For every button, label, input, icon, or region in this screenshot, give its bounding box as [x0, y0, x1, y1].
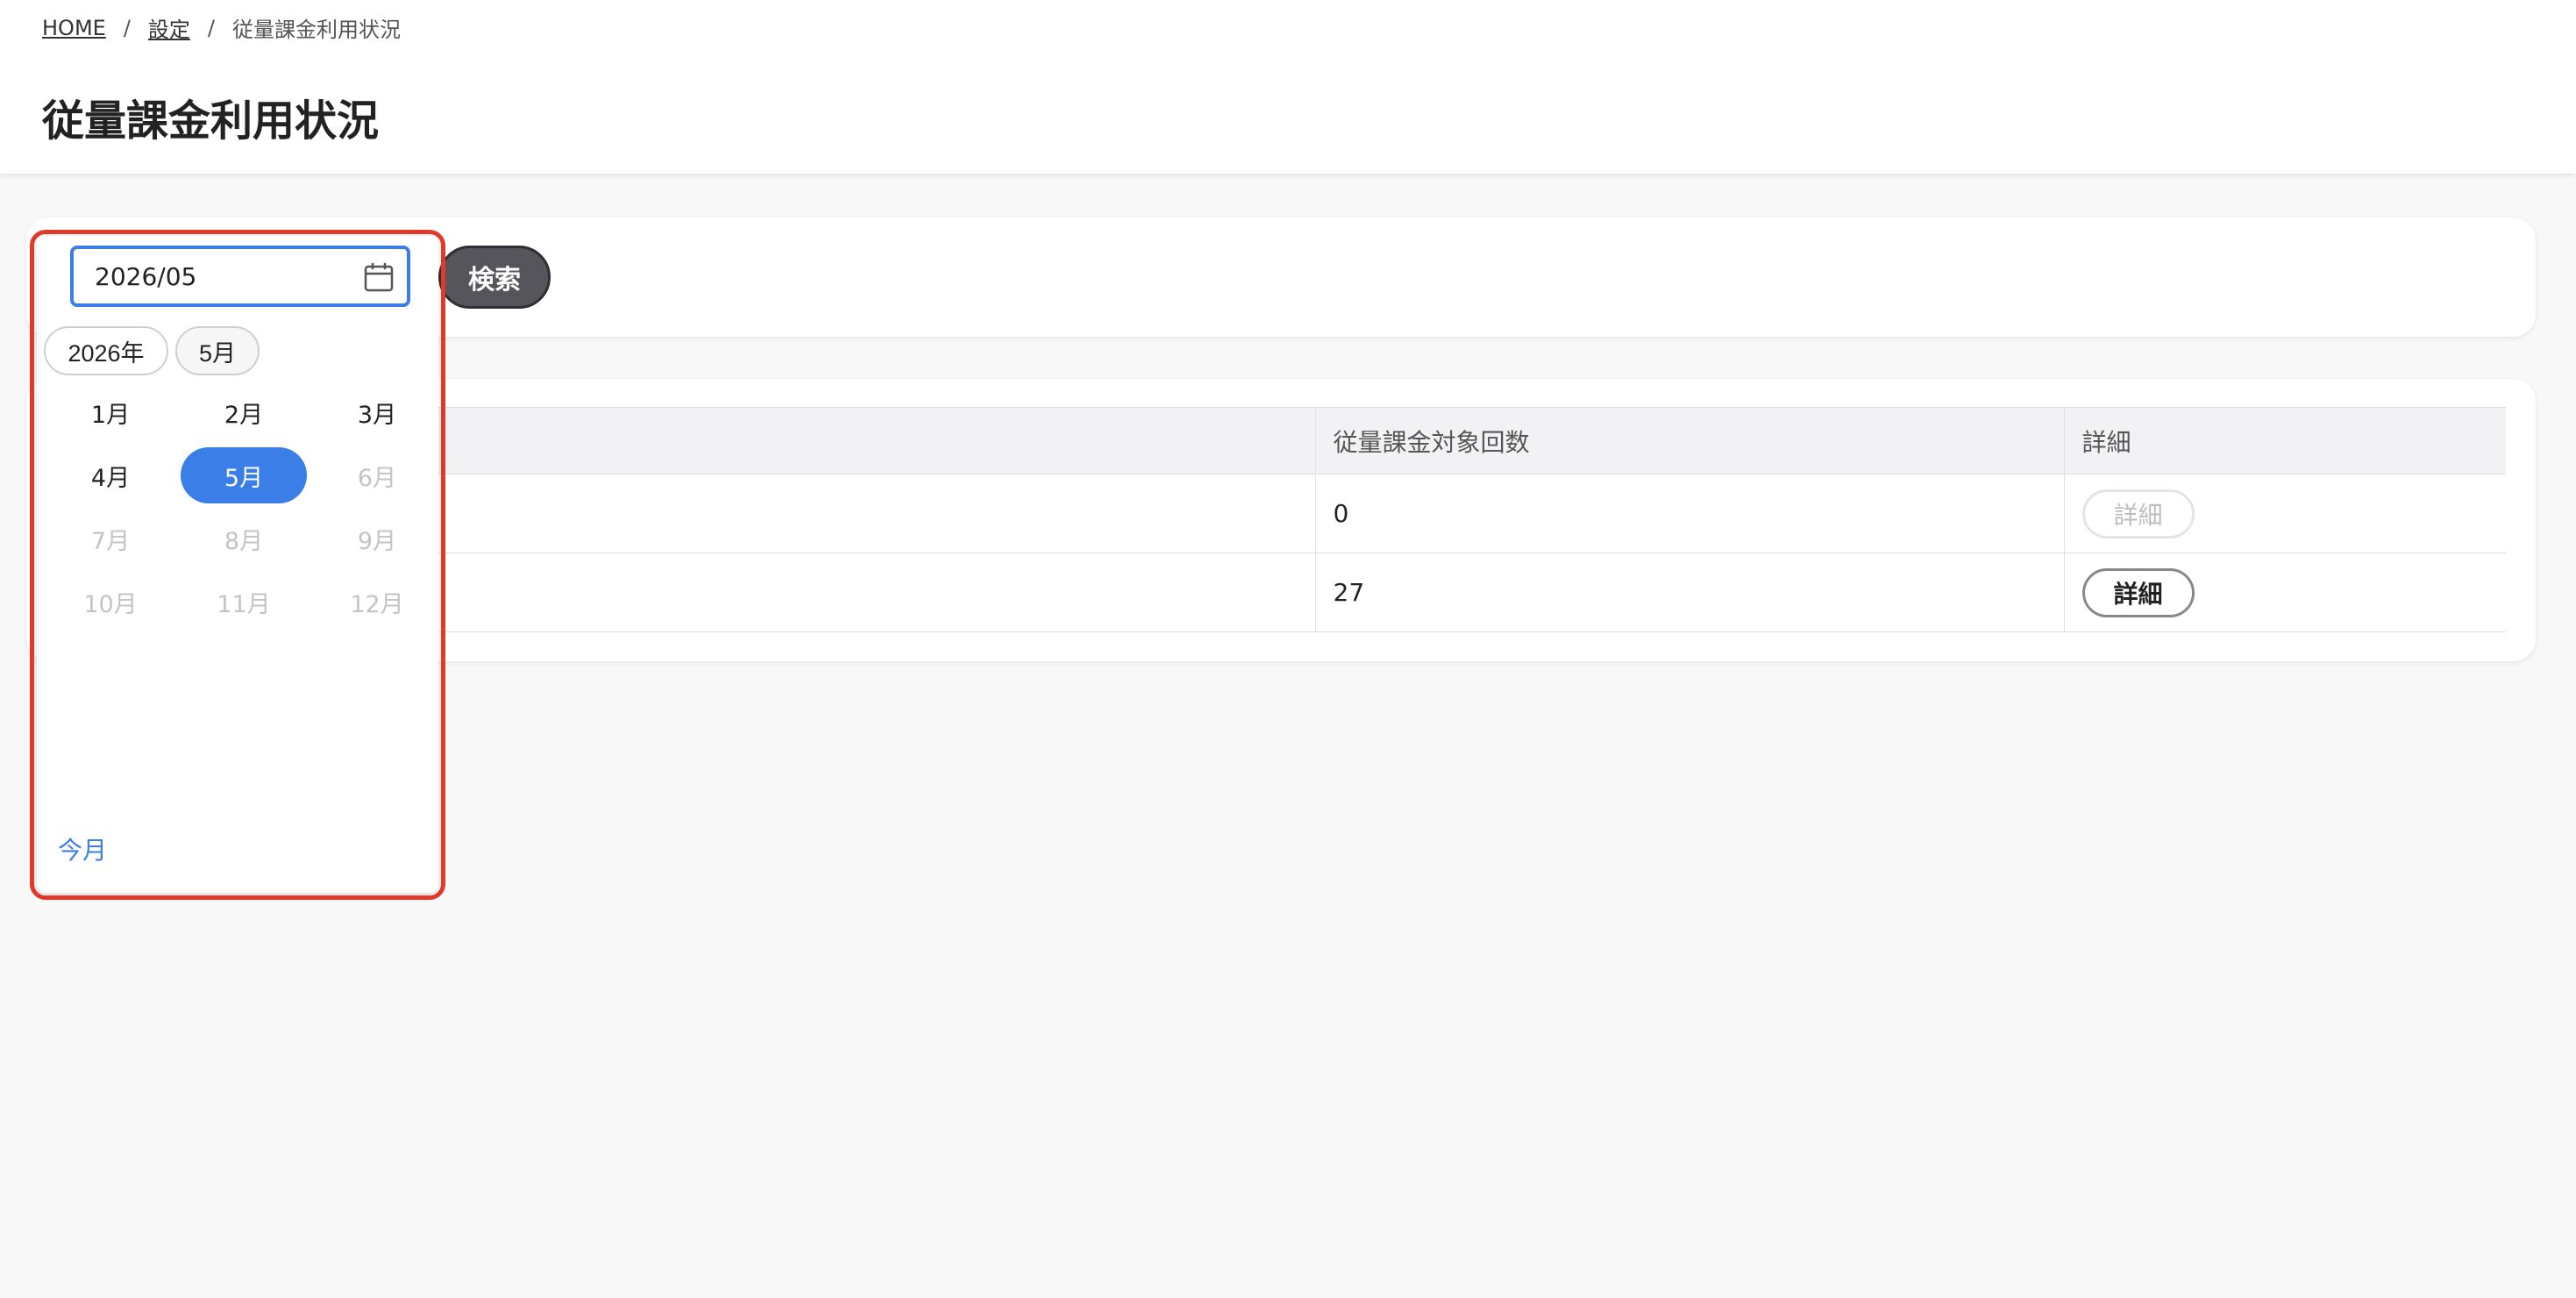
table-cell-count: 27 [1314, 553, 2064, 632]
table-cell-count: 0 [1314, 474, 2064, 553]
table-cell-detail: 詳細 [2063, 553, 2506, 632]
detail-button[interactable]: 詳細 [2081, 489, 2195, 538]
detail-button[interactable]: 詳細 [2081, 567, 2195, 617]
table-header-count: 従量課金対象回数 [1314, 407, 2064, 474]
breadcrumb-settings-link[interactable]: 設定 [148, 12, 190, 43]
page-title: 従量課金利用状況 [42, 96, 380, 146]
breadcrumb: HOME / 設定 / 従量課金利用状況 [42, 12, 401, 43]
picker-highlight-frame [30, 230, 445, 900]
breadcrumb-separator: / [207, 15, 215, 40]
page-header: HOME / 設定 / 従量課金利用状況 従量課金利用状況 [0, 0, 2576, 174]
breadcrumb-separator: / [123, 15, 131, 40]
breadcrumb-home-link[interactable]: HOME [42, 16, 106, 40]
table-cell-detail: 詳細 [2063, 474, 2506, 553]
search-button[interactable]: 検索 [438, 246, 551, 309]
table-header-detail: 詳細 [2063, 407, 2506, 474]
breadcrumb-current: 従量課金利用状況 [232, 18, 401, 42]
